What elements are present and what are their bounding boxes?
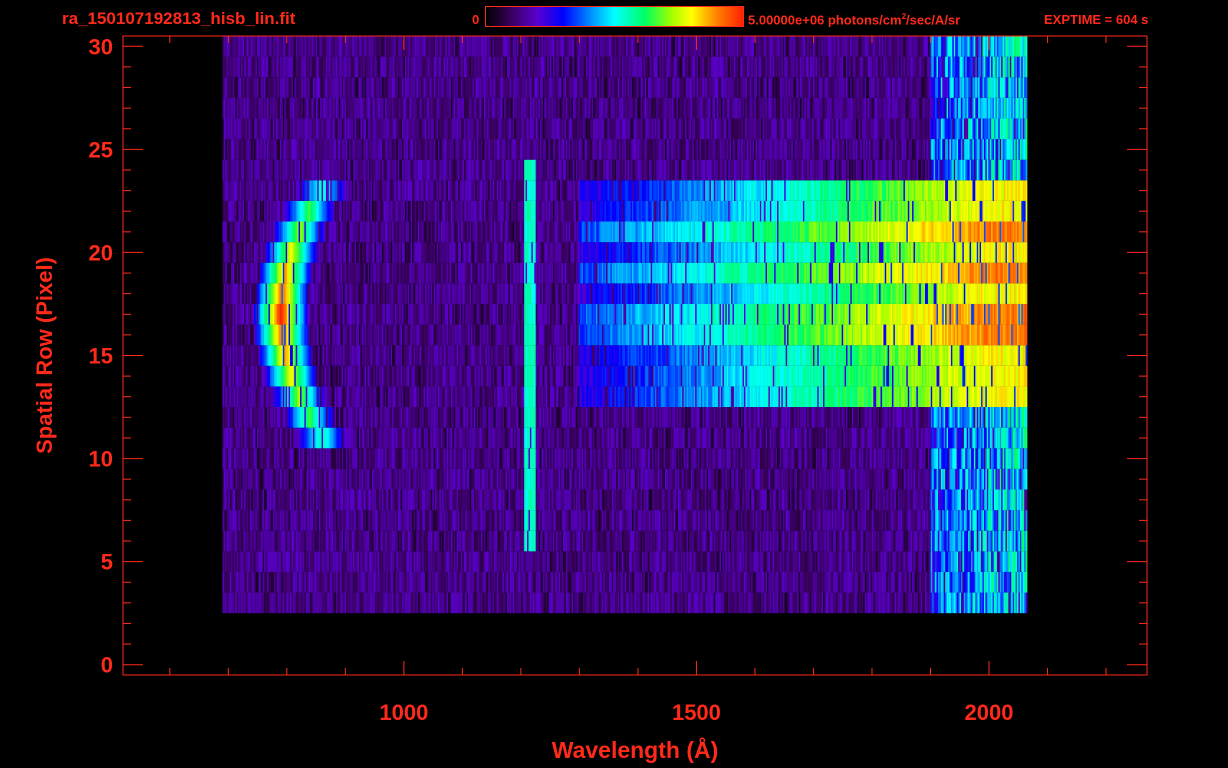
heatmap-cell — [1025, 530, 1028, 552]
spectrum-plot: 1000 1500 2000 051015202530 Wavelength (Å)… — [32, 34, 1148, 763]
heatmap-cell — [1025, 592, 1028, 614]
heatmap-cell — [1025, 489, 1028, 511]
heatmap-cell — [1025, 510, 1028, 531]
heatmap-image — [222, 36, 1028, 614]
heatmap-cell — [1025, 468, 1028, 490]
heatmap-cell — [1025, 571, 1028, 593]
heatmap-cell — [1025, 448, 1028, 469]
heatmap-cell — [1025, 551, 1028, 572]
